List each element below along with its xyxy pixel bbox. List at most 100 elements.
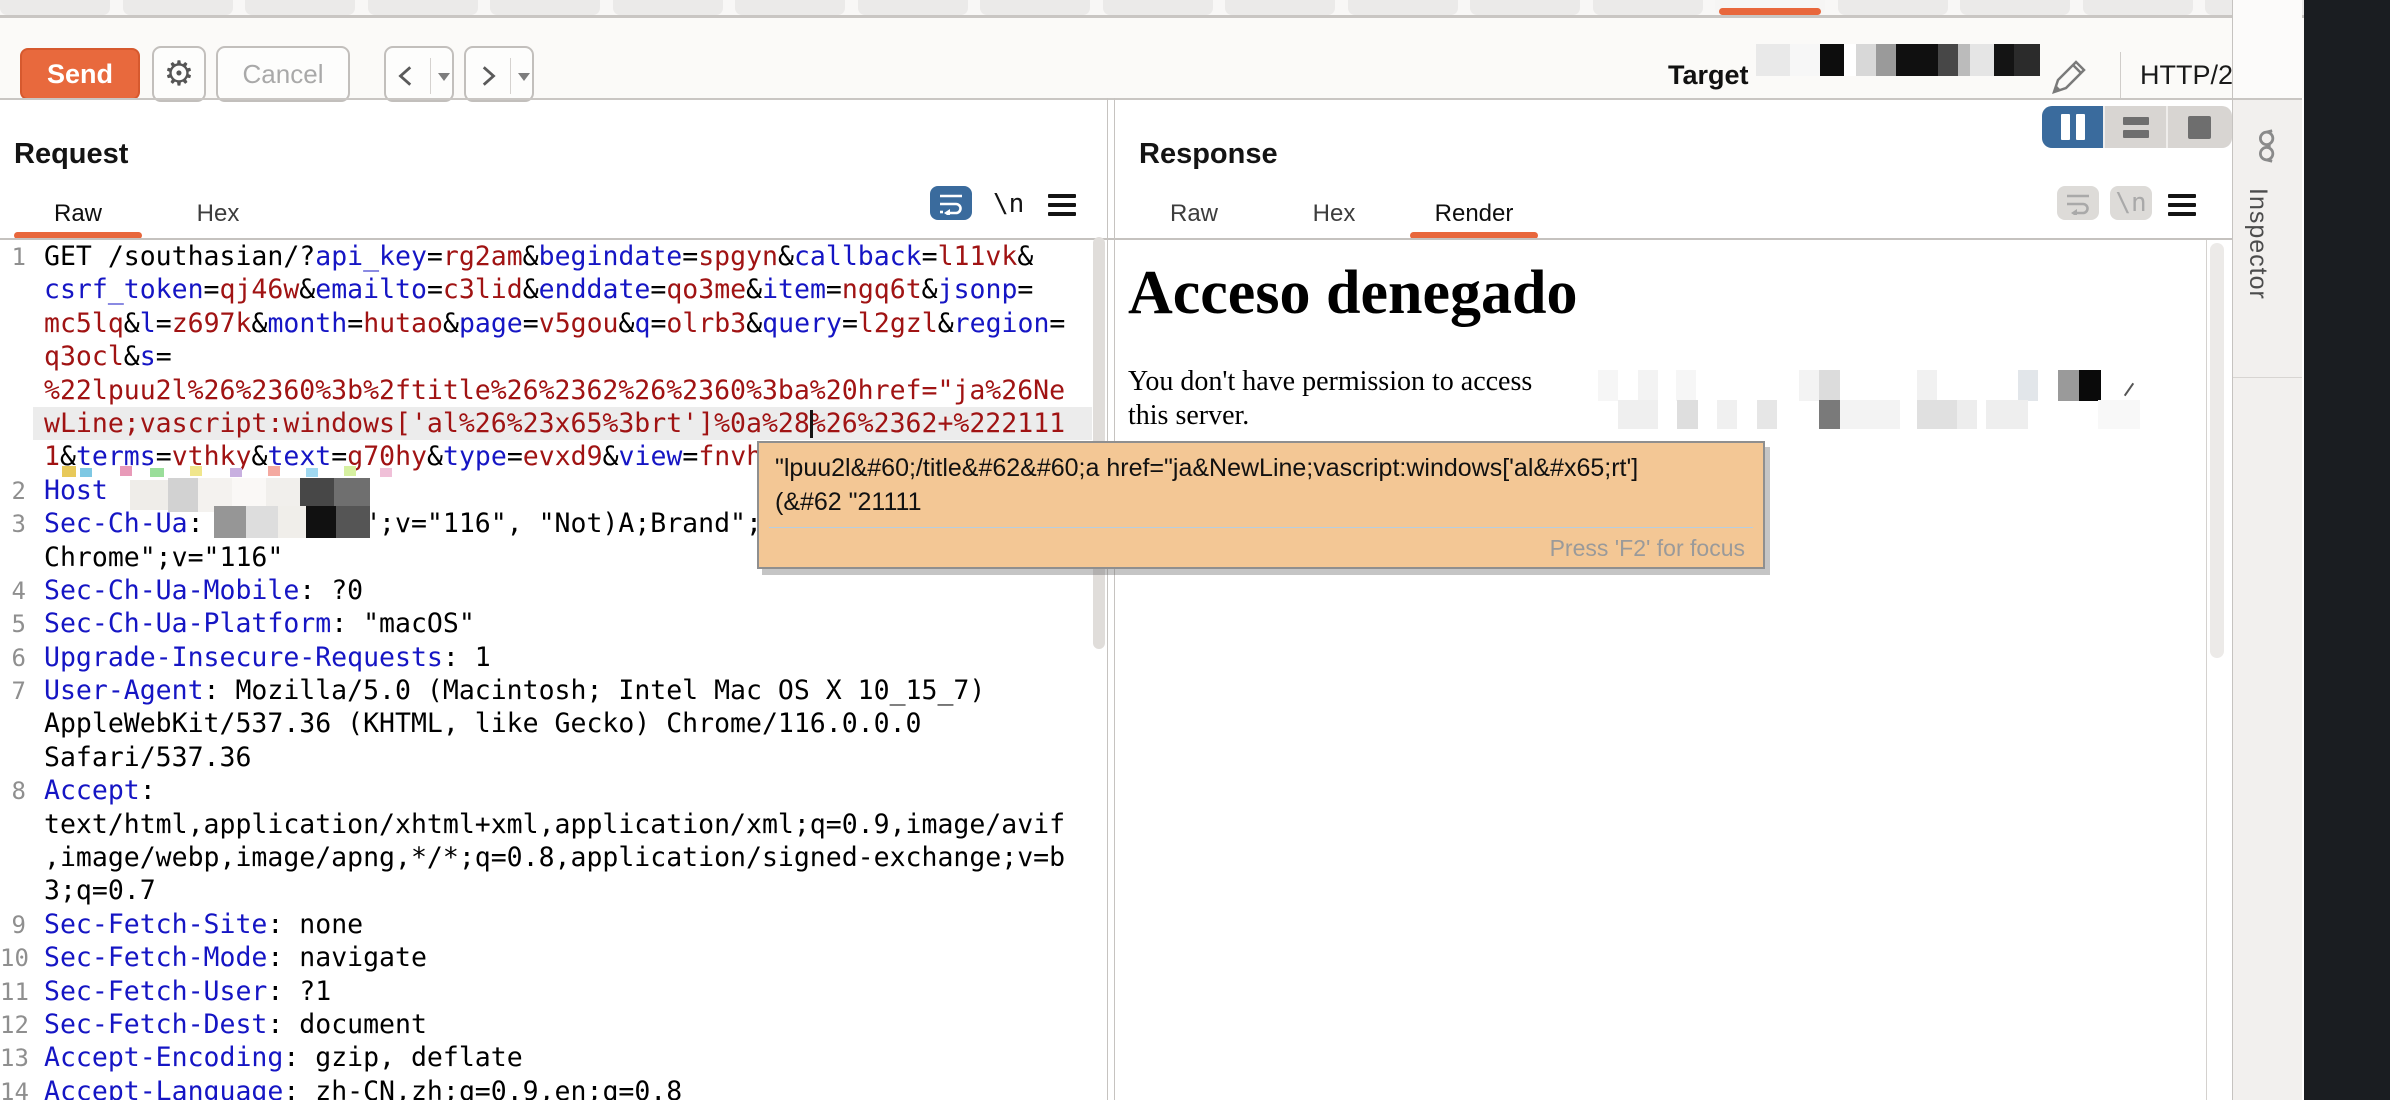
- request-editor-row[interactable]: 6Upgrade-Insecure-Requests: 1: [0, 641, 1092, 674]
- plain-text: 3;q=0.7: [44, 875, 156, 906]
- response-newline-display-toggle[interactable]: \n: [2110, 186, 2152, 220]
- app-tab[interactable]: [1225, 0, 1335, 15]
- response-scrollbar[interactable]: [2210, 243, 2224, 658]
- gear-icon[interactable]: ⚙: [152, 46, 206, 102]
- plain-text: Chrome";v="116": [44, 542, 283, 573]
- layout-rows-button[interactable]: [2105, 106, 2168, 148]
- param-or-header-name: Host: [44, 475, 108, 506]
- param-value: %22lpuu2l%26%2360%3b%2ftitle%26%2362%26%…: [44, 375, 1065, 406]
- button-separator: [510, 58, 511, 94]
- layout-columns-button[interactable]: [2042, 106, 2105, 148]
- tab-response-hex[interactable]: Hex: [1264, 190, 1404, 238]
- app-tab[interactable]: [1348, 0, 1458, 15]
- request-editor-row[interactable]: csrf_token=qj46w&emailto=c3lid&enddate=q…: [0, 273, 1092, 306]
- request-editor-row[interactable]: 7User-Agent: Mozilla/5.0 (Macintosh; Int…: [0, 674, 1092, 707]
- app-tab[interactable]: [123, 0, 233, 15]
- plain-text: =: [347, 308, 363, 339]
- plain-text: &: [746, 274, 762, 305]
- request-editor-row[interactable]: ,image/webp,image/apng,*/*;q=0.8,applica…: [0, 841, 1092, 874]
- request-editor-row[interactable]: 13Accept-Encoding: gzip, deflate: [0, 1041, 1092, 1074]
- plain-text: &: [603, 441, 619, 472]
- app-tab[interactable]: [245, 0, 355, 15]
- request-menu-icon[interactable]: [1048, 194, 1076, 221]
- line-number: 1: [0, 241, 26, 274]
- param-value: mc5lq: [44, 308, 124, 339]
- response-menu-icon[interactable]: [2168, 194, 2196, 221]
- request-editor-row[interactable]: q3ocl&s=: [0, 340, 1092, 373]
- request-editor-row[interactable]: 8Accept:: [0, 774, 1092, 807]
- plain-text: &: [251, 441, 267, 472]
- newline-display-toggle[interactable]: \n: [993, 189, 1024, 219]
- text-caret: [810, 410, 813, 438]
- app-tab-strip[interactable]: [0, 0, 2304, 15]
- inspector-tab-border: [2233, 377, 2302, 378]
- plain-text: &: [619, 308, 635, 339]
- app-tab[interactable]: [368, 0, 478, 15]
- inspector-label[interactable]: Inspector: [2243, 188, 2272, 300]
- back-dropdown-icon[interactable]: [438, 73, 450, 81]
- app-tab[interactable]: [735, 0, 845, 15]
- param-or-header-name: Sec-Fetch-Mode: [44, 942, 267, 973]
- request-editor-row[interactable]: Safari/537.36: [0, 741, 1092, 774]
- toolbar-divider: [2120, 52, 2121, 100]
- request-editor-row[interactable]: 12Sec-Fetch-Dest: document: [0, 1008, 1092, 1041]
- app-tab[interactable]: [858, 0, 968, 15]
- tab-response-render[interactable]: Render: [1404, 190, 1544, 238]
- app-tab[interactable]: [1838, 0, 1948, 15]
- panel-splitter[interactable]: [1107, 98, 1108, 1100]
- request-editor-row[interactable]: %22lpuu2l%26%2360%3b%2ftitle%26%2362%26%…: [0, 374, 1092, 407]
- request-editor-row[interactable]: wLine;vascript:windows['al%26%23x65%3brt…: [0, 407, 1092, 440]
- inspector-sidebar[interactable]: [2233, 0, 2302, 1100]
- app-tab[interactable]: [1593, 0, 1703, 15]
- view-layout-toggle: [2042, 106, 2232, 148]
- send-button[interactable]: Send: [20, 48, 140, 100]
- tab-response-raw[interactable]: Raw: [1124, 190, 1264, 238]
- plain-text: : gzip, deflate: [283, 1042, 522, 1073]
- forward-dropdown-icon[interactable]: [518, 73, 530, 81]
- app-tab[interactable]: [490, 0, 600, 15]
- response-word-wrap-toggle-icon[interactable]: [2057, 186, 2099, 220]
- request-editor-row[interactable]: 14Accept-Language: zh-CN,zh;q=0.9,en;q=0…: [0, 1075, 1092, 1100]
- request-editor-row[interactable]: 3;q=0.7: [0, 874, 1092, 907]
- plain-text: &: [427, 441, 443, 472]
- app-tab[interactable]: [2083, 0, 2193, 15]
- tooltip-focus-hint: Press 'F2' for focus: [1550, 535, 1745, 562]
- param-value: c3lid: [443, 274, 523, 305]
- request-editor-row[interactable]: mc5lq&l=z697k&month=hutao&page=v5gou&q=o…: [0, 307, 1092, 340]
- repeater-toolbar: Send ⚙ Cancel Target HTTP/2: [0, 18, 2304, 98]
- tab-request-hex[interactable]: Hex: [148, 190, 288, 238]
- inspector-header: [2233, 0, 2302, 98]
- inspector-header-border: [2233, 98, 2302, 100]
- request-editor-row[interactable]: 4Sec-Ch-Ua-Mobile: ?0: [0, 574, 1092, 607]
- param-value: %26%2362+%222111: [810, 408, 1065, 439]
- plain-text: =: [922, 241, 938, 272]
- tab-request-raw[interactable]: Raw: [8, 190, 148, 238]
- app-tab[interactable]: [0, 0, 110, 15]
- app-tab[interactable]: [1715, 0, 1825, 15]
- wrap-glyph: [2065, 191, 2091, 215]
- app-tab[interactable]: [1960, 0, 2070, 15]
- request-editor[interactable]: 1GET /southasian/?api_key=rg2am&begindat…: [0, 240, 1092, 1100]
- app-tab[interactable]: [613, 0, 723, 15]
- request-editor-row[interactable]: AppleWebKit/537.36 (KHTML, like Gecko) C…: [0, 707, 1092, 740]
- request-editor-row[interactable]: 10Sec-Fetch-Mode: navigate: [0, 941, 1092, 974]
- edit-target-pencil-icon[interactable]: [2046, 54, 2092, 100]
- request-editor-row[interactable]: 1GET /southasian/?api_key=rg2am&begindat…: [0, 240, 1092, 273]
- request-editor-row[interactable]: 11Sec-Fetch-User: ?1: [0, 975, 1092, 1008]
- panel-splitter[interactable]: [1114, 98, 1115, 1100]
- word-wrap-toggle-icon[interactable]: [930, 186, 972, 220]
- cancel-button[interactable]: Cancel: [216, 46, 350, 102]
- request-editor-row[interactable]: 5Sec-Ch-Ua-Platform: "macOS": [0, 607, 1092, 640]
- request-editor-row[interactable]: text/html,application/xhtml+xml,applicat…: [0, 808, 1092, 841]
- plain-text: =: [682, 241, 698, 272]
- app-tab[interactable]: [980, 0, 1090, 15]
- plain-text: =: [1017, 274, 1033, 305]
- line-number: 7: [0, 675, 26, 708]
- plain-text: : document: [267, 1009, 427, 1040]
- request-editor-row[interactable]: 9Sec-Fetch-Site: none: [0, 908, 1092, 941]
- layout-single-button[interactable]: [2168, 106, 2231, 148]
- app-tab[interactable]: [1103, 0, 1213, 15]
- back-button[interactable]: [384, 46, 454, 102]
- app-tab[interactable]: [1470, 0, 1580, 15]
- forward-button[interactable]: [464, 46, 534, 102]
